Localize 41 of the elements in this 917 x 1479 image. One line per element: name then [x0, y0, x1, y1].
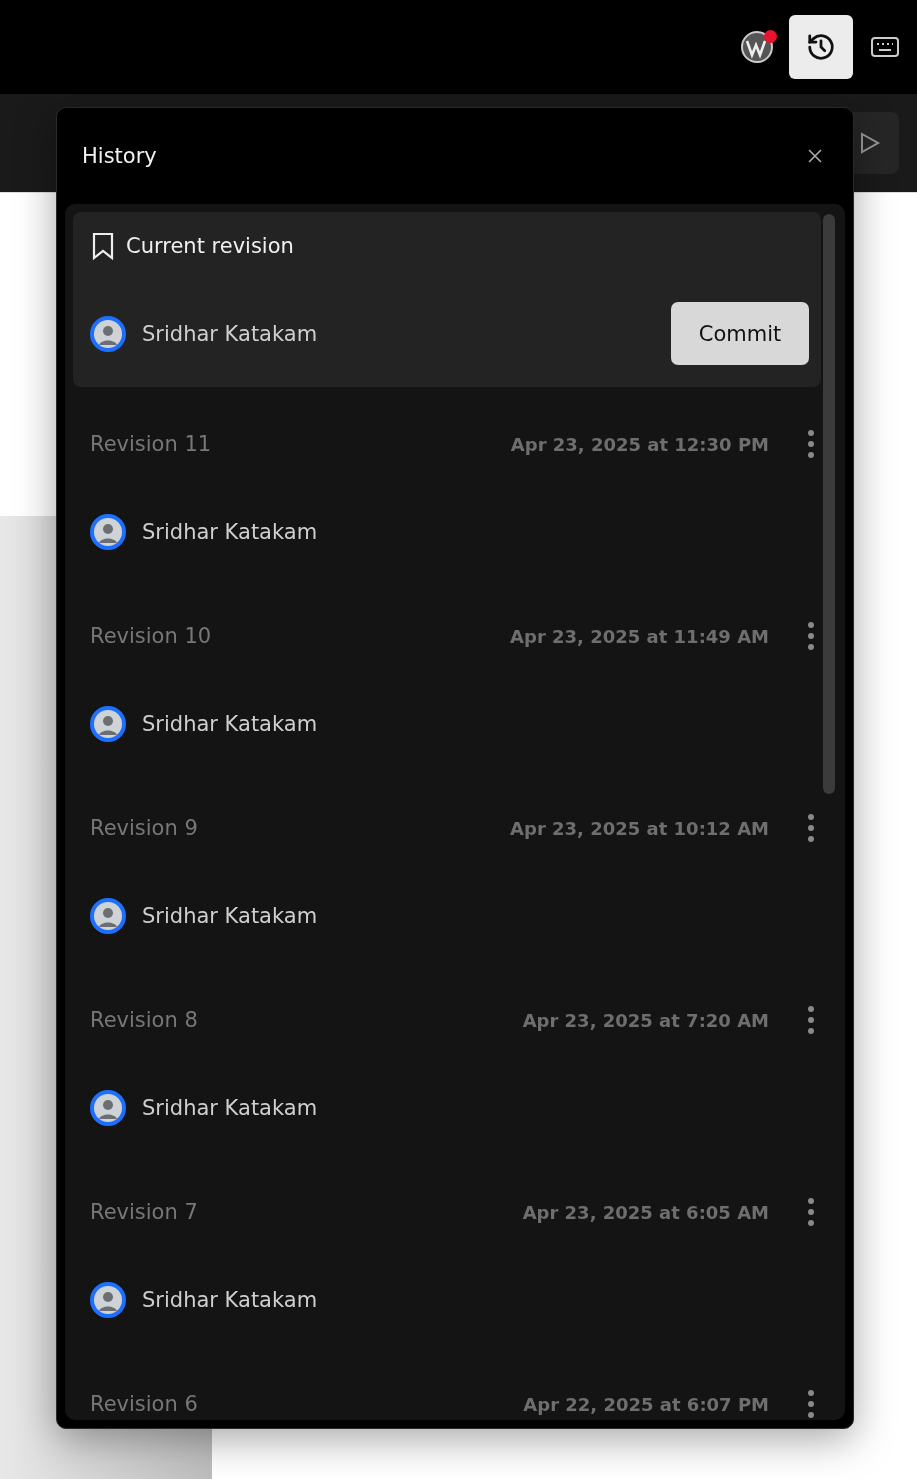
revision-title[interactable]: Revision 9	[90, 816, 198, 840]
current-revision-label: Current revision	[126, 234, 294, 258]
close-icon	[807, 148, 823, 164]
revision-date: Apr 23, 2025 at 7:20 AM	[522, 1009, 769, 1031]
avatar-icon	[90, 706, 126, 742]
author-name: Sridhar Katakam	[142, 712, 318, 736]
revision-date: Apr 23, 2025 at 10:12 AM	[510, 817, 769, 839]
more-icon	[808, 622, 814, 650]
revision-date: Apr 23, 2025 at 11:49 AM	[510, 625, 769, 647]
revision-date: Apr 23, 2025 at 12:30 PM	[510, 433, 769, 455]
revision-title[interactable]: Revision 8	[90, 1008, 198, 1032]
panel-title: History	[82, 144, 157, 168]
author-name: Sridhar Katakam	[142, 904, 318, 928]
author-name: Sridhar Katakam	[142, 321, 318, 346]
bookmark-icon	[90, 232, 116, 260]
avatar-icon	[90, 898, 126, 934]
avatar-icon	[90, 514, 126, 550]
scrollbar-thumb[interactable]	[823, 214, 835, 794]
revision-title[interactable]: Revision 10	[90, 624, 212, 648]
commit-button[interactable]: Commit	[671, 302, 809, 365]
keyboard-icon	[870, 35, 900, 59]
more-icon	[808, 1006, 814, 1034]
author-name: Sridhar Katakam	[142, 1096, 318, 1120]
revision-title[interactable]: Revision 6	[90, 1392, 198, 1416]
more-icon	[808, 430, 814, 458]
author-name: Sridhar Katakam	[142, 520, 318, 544]
wordpress-button[interactable]	[739, 29, 775, 65]
wordpress-logo-icon	[740, 30, 774, 64]
author-name: Sridhar Katakam	[142, 1288, 318, 1312]
revision-date: Apr 23, 2025 at 6:05 AM	[522, 1201, 769, 1223]
avatar-icon	[90, 315, 126, 352]
more-icon	[808, 1198, 814, 1226]
more-icon	[808, 814, 814, 842]
revision-date: Apr 22, 2025 at 6:07 PM	[523, 1393, 769, 1415]
more-icon	[808, 1390, 814, 1418]
avatar-icon	[90, 1282, 126, 1318]
revision-title[interactable]: Revision 11	[90, 432, 212, 456]
history-icon	[806, 32, 836, 62]
avatar-icon	[90, 1090, 126, 1126]
history-button[interactable]	[789, 15, 853, 79]
revision-title[interactable]: Revision 7	[90, 1200, 198, 1224]
